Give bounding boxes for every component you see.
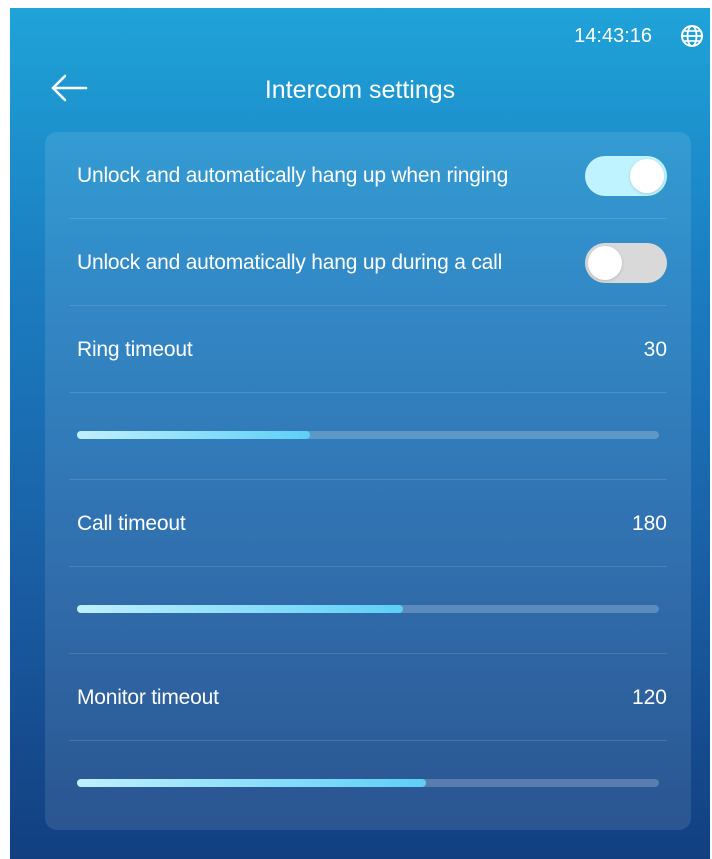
ring-timeout-label: Ring timeout (77, 338, 193, 361)
call-timeout-value: 180 (631, 512, 667, 535)
status-bar: 14:43:16 (574, 22, 704, 50)
toggle-knob (630, 159, 664, 193)
setting-row-call-timeout: Call timeout 180 (69, 480, 667, 567)
slider-fill (77, 431, 310, 439)
setting-label: Unlock and automatically hang up when ri… (77, 164, 509, 187)
unlock-ringing-toggle[interactable] (585, 156, 667, 196)
setting-row-unlock-call: Unlock and automatically hang up during … (69, 219, 667, 306)
setting-row-ring-timeout: Ring timeout 30 (69, 306, 667, 393)
ring-timeout-slider[interactable] (77, 431, 659, 439)
setting-row-monitor-timeout: Monitor timeout 120 (69, 654, 667, 741)
settings-panel: Unlock and automatically hang up when ri… (45, 132, 691, 830)
setting-label: Unlock and automatically hang up during … (77, 251, 503, 274)
call-timeout-label: Call timeout (77, 512, 186, 535)
slider-fill (77, 779, 427, 787)
header: Intercom settings (10, 64, 710, 116)
monitor-timeout-value: 120 (631, 686, 667, 709)
monitor-timeout-slider[interactable] (77, 779, 659, 787)
monitor-timeout-label: Monitor timeout (77, 686, 219, 709)
setting-row-unlock-ringing: Unlock and automatically hang up when ri… (69, 132, 667, 219)
unlock-call-toggle[interactable] (585, 243, 667, 283)
status-time: 14:43:16 (574, 24, 652, 47)
setting-row-ring-timeout-slider (69, 393, 667, 480)
page-title: Intercom settings (264, 76, 456, 104)
intercom-settings-screen: 14:43:16 Intercom settings Unlock and au… (10, 8, 710, 859)
setting-row-call-timeout-slider (69, 567, 667, 654)
setting-row-monitor-timeout-slider (69, 741, 667, 828)
globe-icon[interactable] (680, 24, 704, 48)
ring-timeout-value: 30 (643, 338, 667, 361)
call-timeout-slider[interactable] (77, 605, 659, 613)
slider-fill (77, 605, 403, 613)
toggle-knob (588, 246, 622, 280)
